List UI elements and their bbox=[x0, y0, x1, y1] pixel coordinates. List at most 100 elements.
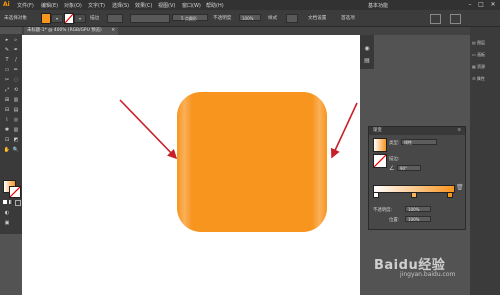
gradient-panel-header[interactable]: 渐变 ≡ bbox=[369, 127, 465, 135]
document-tab[interactable]: 未标题-1* @ 400% (RGB/GPU 预览) ✕ bbox=[24, 27, 118, 35]
collapsed-panel-strip: ◉ ▤ bbox=[360, 35, 374, 69]
graph-tool-icon[interactable]: ▥ bbox=[12, 97, 20, 104]
scale-tool-icon[interactable]: ⤢ bbox=[3, 87, 11, 94]
variable-width-profile[interactable] bbox=[130, 14, 170, 23]
screen-mode-icon[interactable]: ▣ bbox=[3, 220, 11, 227]
document-setup-button[interactable]: 文档设置 bbox=[308, 15, 326, 21]
artboards-panel-tab[interactable]: ▭ 画板 bbox=[472, 51, 498, 59]
minimize-button[interactable]: – bbox=[466, 1, 474, 8]
menu-view[interactable]: 视图(V) bbox=[158, 2, 175, 9]
properties-panel-tab[interactable]: ☰ 属性 bbox=[472, 75, 498, 83]
assets-tab-label: 资源 bbox=[477, 64, 486, 69]
selection-status: 未选择对象 bbox=[4, 16, 27, 21]
maximize-button[interactable]: □ bbox=[477, 1, 485, 8]
none-slash-icon bbox=[374, 155, 386, 167]
menu-edit[interactable]: 编辑(E) bbox=[41, 2, 58, 9]
align-icon[interactable] bbox=[450, 14, 461, 24]
opacity-label: 不透明度 bbox=[213, 16, 232, 21]
blob-brush-tool-icon[interactable]: ◌ bbox=[12, 77, 20, 84]
menu-file[interactable]: 文件(F) bbox=[17, 2, 34, 9]
selection-tool-icon[interactable]: ▸ bbox=[3, 37, 11, 44]
close-window-button[interactable]: ✕ bbox=[489, 1, 497, 8]
hand-tool-icon[interactable]: ✋ bbox=[3, 147, 11, 154]
menu-select[interactable]: 选择(S) bbox=[112, 2, 129, 9]
rotate-tool-icon[interactable]: ⟲ bbox=[12, 87, 20, 94]
zoom-tool-icon[interactable]: 🔍 bbox=[12, 147, 20, 154]
watermark-url: jingyan.baidu.com bbox=[400, 271, 456, 278]
gradient-type-value: 线性 bbox=[404, 140, 412, 145]
delete-stop-icon[interactable]: 🗑 bbox=[456, 184, 464, 191]
opacity-input[interactable]: 100% bbox=[239, 14, 261, 21]
stroke-color-swatch[interactable] bbox=[9, 186, 21, 198]
magic-wand-tool-icon[interactable]: ✎ bbox=[3, 47, 11, 54]
artboard-tool-icon[interactable]: ⊡ bbox=[3, 137, 11, 144]
assets-panel-tab[interactable]: ▦ 资源 bbox=[472, 63, 498, 71]
gradient-panel: 渐变 ≡ 类型: 线性 描边: ∠ 90° 🗑 不透明度: 100% 位置: 1… bbox=[368, 126, 466, 230]
column-graph-tool-icon[interactable]: ▥ bbox=[12, 127, 20, 134]
direct-selection-tool-icon[interactable]: ▹ bbox=[12, 37, 20, 44]
symbol-sprayer-tool-icon[interactable]: ✱ bbox=[3, 127, 11, 134]
gradient-preview-swatch[interactable] bbox=[373, 138, 387, 152]
gradient-tool-icon[interactable]: ▤ bbox=[12, 107, 20, 114]
panel-menu-icon[interactable]: ≡ bbox=[457, 127, 461, 135]
eyedropper-tool-icon[interactable]: ⌇ bbox=[3, 117, 11, 124]
gradient-stop-left[interactable] bbox=[373, 192, 379, 198]
left-red-arrow bbox=[119, 99, 178, 160]
none-mode-button[interactable] bbox=[15, 200, 21, 206]
pencil-tool-icon[interactable]: ✏ bbox=[12, 67, 20, 74]
fill-swatch[interactable] bbox=[41, 13, 51, 24]
shape-builder-tool-icon[interactable]: ⊞ bbox=[3, 97, 11, 104]
opacity-value: 100% bbox=[242, 16, 254, 21]
preferences-button[interactable]: 首选项 bbox=[341, 15, 355, 21]
menu-bar: Ai 文件(F) 编辑(E) 对象(O) 文字(T) 选择(S) 效果(C) 视… bbox=[0, 0, 500, 10]
right-red-arrow bbox=[331, 102, 358, 159]
appearance-panel-icon[interactable]: ◉ bbox=[363, 45, 371, 52]
angle-input[interactable]: 90° bbox=[397, 165, 421, 171]
slice-tool-icon[interactable]: ◩ bbox=[12, 137, 20, 144]
menu-help[interactable]: 帮助(H) bbox=[206, 2, 224, 9]
menu-window[interactable]: 窗口(W) bbox=[182, 2, 201, 9]
fill-dropdown[interactable]: ▾ bbox=[51, 14, 63, 23]
rectangle-tool-icon[interactable]: ▭ bbox=[3, 67, 11, 74]
color-mode-button[interactable] bbox=[3, 200, 7, 204]
control-bar: 未选择对象 ▾ ▾ 描边 5 点圆形 不透明度 100% 样式 文档设置 首选项 bbox=[0, 10, 500, 27]
style-picker[interactable] bbox=[286, 14, 298, 23]
document-tab-bar: 未标题-1* @ 400% (RGB/GPU 预览) ✕ bbox=[22, 27, 500, 35]
scissors-tool-icon[interactable]: ✂ bbox=[3, 77, 11, 84]
layers-panel-icon[interactable]: ▤ bbox=[363, 57, 371, 64]
stroke-dropdown[interactable]: ▾ bbox=[74, 14, 86, 23]
line-tool-icon[interactable]: / bbox=[12, 57, 20, 64]
gradient-stop-middle[interactable] bbox=[411, 192, 417, 198]
gradient-mode-button[interactable] bbox=[9, 200, 13, 204]
menu-type[interactable]: 文字(T) bbox=[88, 2, 105, 9]
workspace-switcher[interactable]: 基本功能 bbox=[368, 2, 388, 9]
dock-panel-column: ▤ 图层 ▭ 画板 ▦ 资源 ☰ 属性 bbox=[470, 27, 500, 295]
rounded-orange-square bbox=[177, 92, 327, 232]
stroke-weight-input[interactable] bbox=[107, 14, 123, 23]
stroke-label: 描边: bbox=[389, 157, 400, 162]
stop-location-input[interactable]: 100% bbox=[405, 216, 431, 222]
menu-object[interactable]: 对象(O) bbox=[64, 2, 82, 9]
close-tab-icon[interactable]: ✕ bbox=[111, 27, 115, 35]
stop-location-value: 100% bbox=[408, 217, 420, 222]
stroke-label: 描边 bbox=[90, 16, 100, 21]
gradient-type-select[interactable]: 线性 bbox=[401, 139, 437, 145]
none-slash-icon bbox=[65, 14, 73, 23]
arrange-icon[interactable] bbox=[430, 14, 441, 24]
draw-mode-icon[interactable]: ◐ bbox=[3, 210, 11, 217]
pen-tool-icon[interactable]: ✒ bbox=[12, 47, 20, 54]
type-tool-icon[interactable]: T bbox=[3, 57, 11, 64]
menu-effect[interactable]: 效果(C) bbox=[135, 2, 152, 9]
stop-opacity-value: 100% bbox=[408, 207, 420, 212]
layers-panel-tab[interactable]: ▤ 图层 bbox=[472, 39, 498, 47]
blend-tool-icon[interactable]: ◎ bbox=[12, 117, 20, 124]
stop-opacity-input[interactable]: 100% bbox=[405, 206, 431, 212]
gradient-stop-right[interactable] bbox=[447, 192, 453, 198]
stroke-gradient-swatch[interactable] bbox=[373, 154, 387, 168]
mesh-tool-icon[interactable]: ⊟ bbox=[3, 107, 11, 114]
artboard-canvas[interactable] bbox=[22, 35, 360, 295]
brush-definition[interactable]: 5 点圆形 bbox=[172, 14, 208, 21]
tools-panel: ▸ ▹ ✎ ✒ T / ▭ ✏ ✂ ◌ ⤢ ⟲ ⊞ ▥ ⊟ ▤ ⌇ ◎ ✱ ▥ … bbox=[0, 34, 22, 234]
gradient-panel-title: 渐变 bbox=[373, 128, 382, 133]
stroke-swatch[interactable] bbox=[64, 13, 74, 24]
